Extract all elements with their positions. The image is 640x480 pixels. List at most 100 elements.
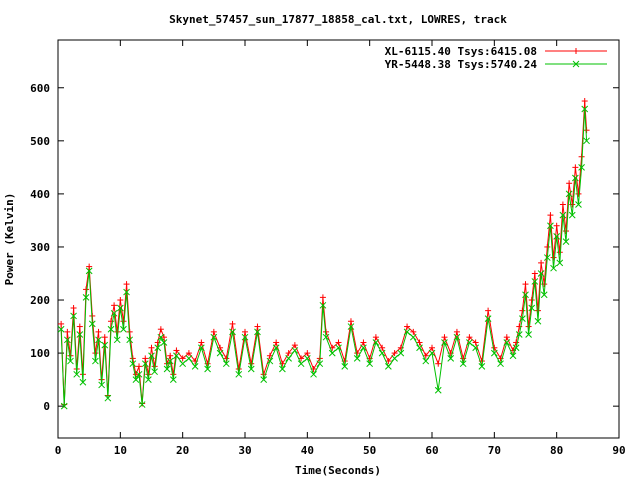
data-point xyxy=(347,318,354,325)
data-point xyxy=(273,339,280,346)
data-point xyxy=(397,349,405,357)
y-tick-label: 100 xyxy=(30,347,50,360)
data-point xyxy=(563,228,570,235)
data-point xyxy=(466,339,473,346)
y-tick-label: 300 xyxy=(30,241,50,254)
data-point xyxy=(70,304,77,311)
data-point xyxy=(503,334,510,341)
series-line xyxy=(60,108,588,407)
data-point xyxy=(157,326,164,333)
data-point xyxy=(409,333,417,341)
legend-item: YR-5448.38 Tsys:5740.24 xyxy=(385,58,607,71)
data-point xyxy=(95,328,102,335)
data-point xyxy=(191,363,199,370)
data-point xyxy=(101,334,108,341)
data-point xyxy=(485,307,492,314)
data-point xyxy=(83,286,90,293)
x-tick-label: 80 xyxy=(550,444,563,457)
x-tick-label: 20 xyxy=(176,444,189,457)
data-point xyxy=(279,365,286,373)
data-point xyxy=(538,259,545,266)
series-line xyxy=(60,100,588,405)
data-point xyxy=(229,320,236,327)
data-point xyxy=(319,294,326,301)
data-point xyxy=(581,98,588,105)
data-point xyxy=(497,360,504,368)
data-point xyxy=(254,323,261,330)
data-point xyxy=(447,355,455,362)
data-point xyxy=(242,328,248,335)
legend-item: XL-6115.40 Tsys:6415.08 xyxy=(385,45,607,58)
data-point xyxy=(403,328,411,336)
data-point xyxy=(360,339,367,346)
y-tick-label: 200 xyxy=(30,294,50,307)
y-tick-label: 500 xyxy=(30,135,50,148)
data-point xyxy=(385,363,392,370)
data-point xyxy=(547,212,554,219)
data-point xyxy=(148,344,155,351)
data-point xyxy=(76,323,83,330)
data-point xyxy=(435,360,442,367)
x-tick-label: 60 xyxy=(425,444,438,457)
data-point xyxy=(136,363,143,370)
data-point xyxy=(531,270,538,277)
data-point xyxy=(114,328,121,335)
data-point xyxy=(519,307,526,314)
data-point xyxy=(142,355,149,362)
data-point xyxy=(216,349,224,357)
data-point xyxy=(297,360,305,368)
series-2 xyxy=(57,105,590,410)
data-point xyxy=(556,249,563,256)
chart: Skynet_57457_sun_17877_18858_cal.txt, LO… xyxy=(3,13,626,477)
data-point xyxy=(210,328,217,335)
y-tick-label: 400 xyxy=(30,188,50,201)
data-point xyxy=(198,339,205,346)
data-point xyxy=(566,180,573,187)
data-point xyxy=(167,352,174,359)
x-tick-label: 30 xyxy=(238,444,251,457)
y-axis: 0 100 200 300 400 500 600 xyxy=(30,82,619,413)
data-point xyxy=(391,355,398,362)
data-point xyxy=(572,164,579,171)
data-point xyxy=(453,328,460,335)
data-point xyxy=(117,297,124,304)
series-1 xyxy=(58,98,590,408)
x-axis-label: Time(Seconds) xyxy=(295,464,381,477)
x-tick-label: 40 xyxy=(301,444,314,457)
plot-frame xyxy=(57,39,620,439)
data-point xyxy=(544,243,551,250)
x-tick-label: 0 xyxy=(55,444,62,457)
x-tick-label: 70 xyxy=(488,444,501,457)
y-tick-label: 0 xyxy=(43,400,50,413)
data-point xyxy=(528,297,535,304)
data-point xyxy=(123,281,130,288)
data-point xyxy=(575,190,582,197)
legend: XL-6115.40 Tsys:6415.08YR-5448.38 Tsys:5… xyxy=(385,45,607,71)
data-point xyxy=(58,320,65,327)
data-point xyxy=(285,355,292,362)
data-point xyxy=(534,307,541,314)
data-point xyxy=(310,370,317,378)
data-point xyxy=(248,360,255,367)
data-point xyxy=(64,328,71,335)
data-point xyxy=(573,48,579,54)
data-point xyxy=(550,254,557,261)
x-axis: 0 10 20 30 40 50 60 70 80 90 xyxy=(55,40,626,457)
data-point xyxy=(522,281,529,288)
x-tick-label: 90 xyxy=(612,444,625,457)
legend-label: XL-6115.40 Tsys:6415.08 xyxy=(385,45,537,58)
data-point xyxy=(441,334,448,341)
x-tick-label: 10 xyxy=(114,444,127,457)
data-point xyxy=(509,352,517,360)
data-point xyxy=(111,302,118,309)
series-layer xyxy=(57,98,590,410)
data-point xyxy=(553,222,560,229)
chart-title: Skynet_57457_sun_17877_18858_cal.txt, LO… xyxy=(169,13,507,26)
data-point xyxy=(491,344,498,351)
y-tick-label: 600 xyxy=(30,82,50,95)
data-point xyxy=(179,360,187,368)
data-point xyxy=(422,357,430,365)
data-point xyxy=(559,201,566,208)
x-tick-label: 50 xyxy=(363,444,376,457)
data-point xyxy=(372,334,379,341)
